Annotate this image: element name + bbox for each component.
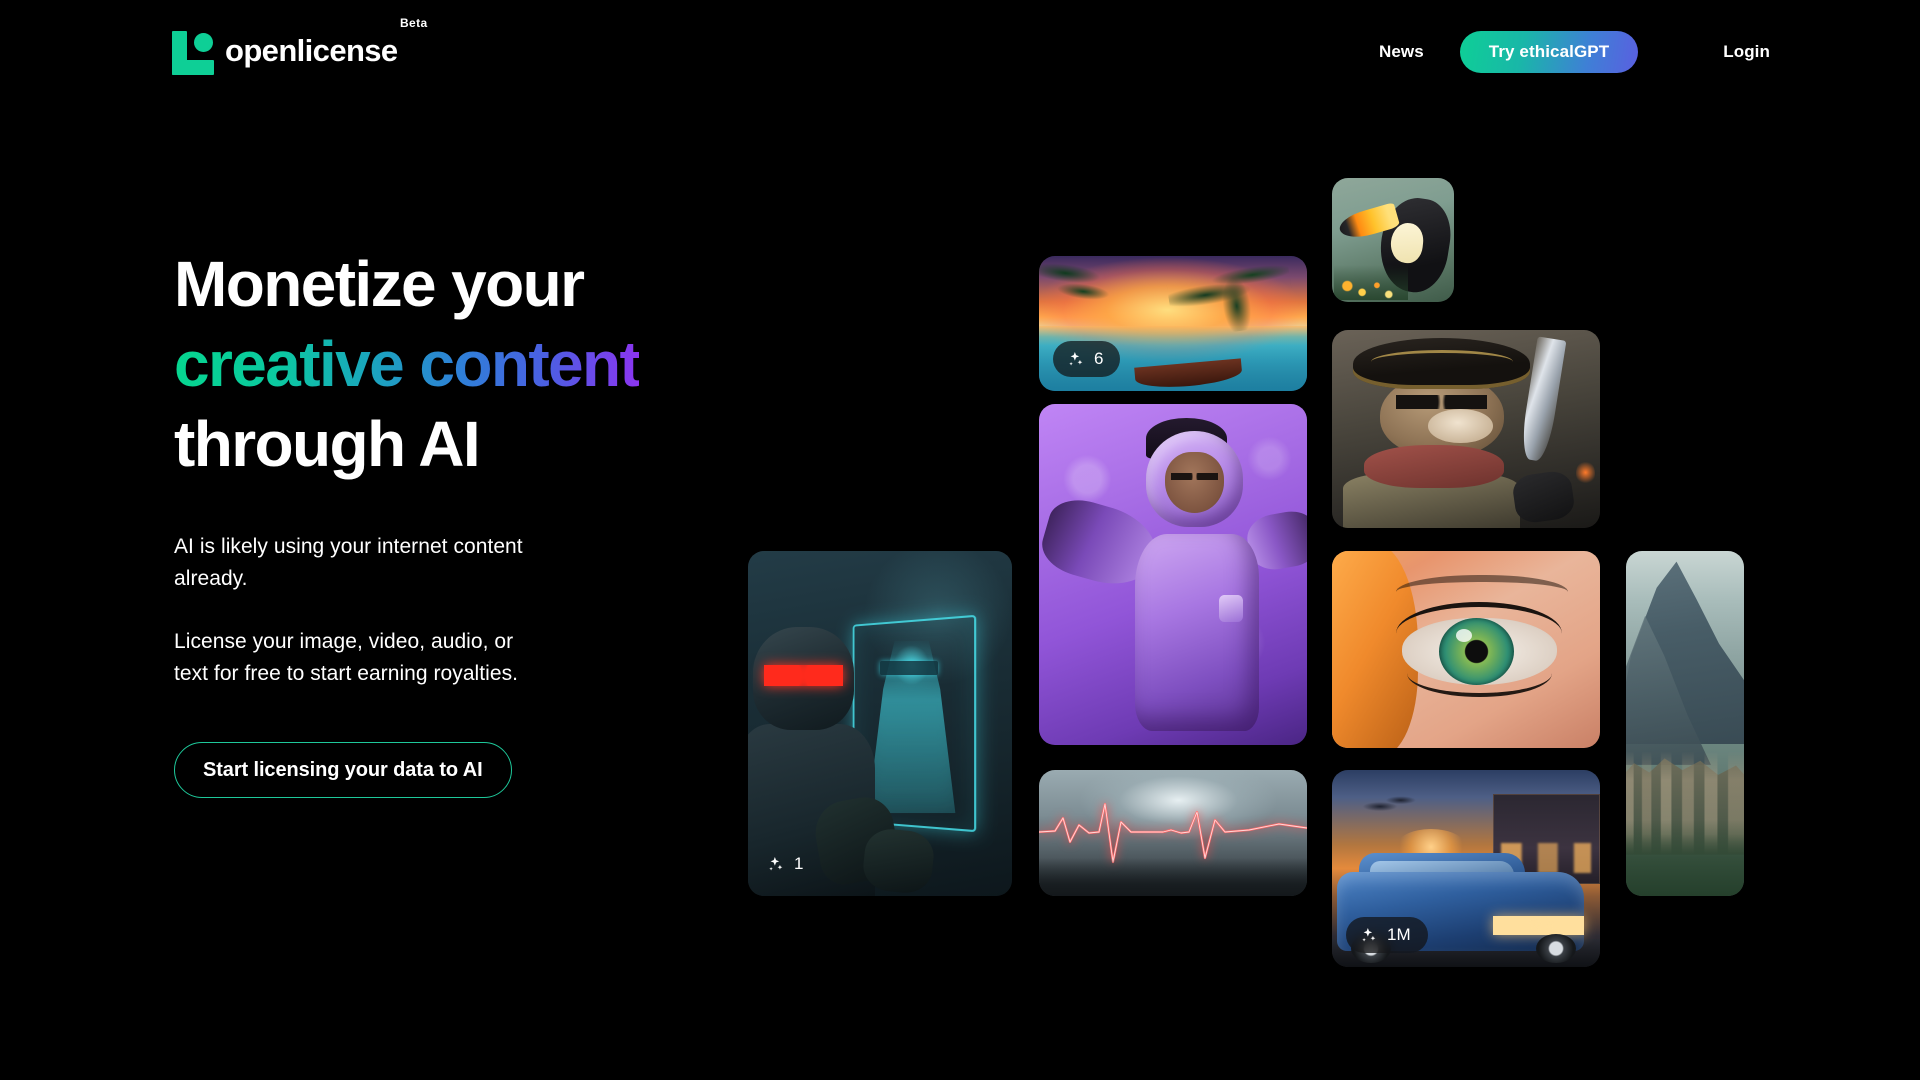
car-wheel-rear	[1535, 933, 1576, 964]
astronaut-suit-badge	[1218, 594, 1243, 623]
toucan-chest-shape	[1388, 221, 1425, 264]
upper-eyelashes	[1396, 602, 1563, 634]
gallery-card-purple-astronaut[interactable]	[1039, 404, 1307, 745]
sparkles-icon	[1066, 350, 1085, 369]
gallery-badge-count: 1	[794, 854, 804, 873]
gallery-badge-cyber-soldier: 1	[762, 846, 820, 882]
otter-eyes-shape	[1396, 395, 1488, 410]
astronaut-torso	[1135, 533, 1259, 732]
ecg-waveform	[1039, 770, 1307, 896]
boat-shape	[1134, 358, 1244, 391]
gallery-card-mountain-village[interactable]	[1626, 551, 1744, 896]
gallery-card-green-eye[interactable]	[1332, 551, 1600, 748]
artwork-ecg-heartbeat	[1039, 770, 1307, 896]
sparkles-icon	[1359, 926, 1378, 945]
toucan-foliage	[1334, 264, 1408, 300]
gallery-card-blue-lowrider-car[interactable]: 1M	[1332, 770, 1600, 967]
lower-eyelashes	[1407, 673, 1552, 697]
artwork-purple-astronaut	[1039, 404, 1307, 745]
gallery-badge-beach-sunset: 6	[1053, 341, 1121, 377]
landing-page: openlicense Beta News Try ethicalGPT Log…	[0, 0, 1920, 1080]
car-headlights	[1492, 915, 1584, 936]
gallery-grid: 6 1 1M	[0, 0, 1920, 1080]
soldier-red-eyes	[763, 664, 844, 686]
artwork-mountain-village	[1626, 551, 1744, 896]
gallery-badge-lowrider-car: 1M	[1346, 917, 1428, 953]
gallery-card-beach-sunset[interactable]: 6	[1039, 256, 1307, 391]
otter-glove-shape	[1511, 468, 1577, 524]
artwork-toucan-bird	[1332, 178, 1454, 302]
gallery-card-ecg-heartbeat[interactable]	[1039, 770, 1307, 896]
gallery-card-cyber-soldier-hologram[interactable]: 1	[748, 551, 1012, 896]
artwork-pirate-otter	[1332, 330, 1600, 528]
pirate-hat-shape	[1353, 337, 1531, 390]
village-foliage	[1626, 820, 1744, 896]
artwork-cyber-soldier-hologram	[748, 551, 1012, 896]
sparkles-icon	[766, 855, 785, 874]
eyebrow-shape	[1396, 574, 1568, 593]
gallery-badge-count: 1M	[1387, 925, 1411, 944]
artwork-green-eye	[1332, 551, 1600, 748]
astronaut-face	[1164, 451, 1224, 514]
gallery-badge-count: 6	[1094, 349, 1104, 368]
otter-snout-shape	[1428, 409, 1493, 443]
background-flame	[1575, 460, 1595, 485]
gallery-card-toucan-bird[interactable]	[1332, 178, 1454, 302]
hologram-glasses	[880, 661, 939, 676]
otter-scarf-shape	[1364, 444, 1504, 489]
gallery-card-pirate-otter[interactable]	[1332, 330, 1600, 528]
palm-tree-left	[1039, 256, 1124, 324]
